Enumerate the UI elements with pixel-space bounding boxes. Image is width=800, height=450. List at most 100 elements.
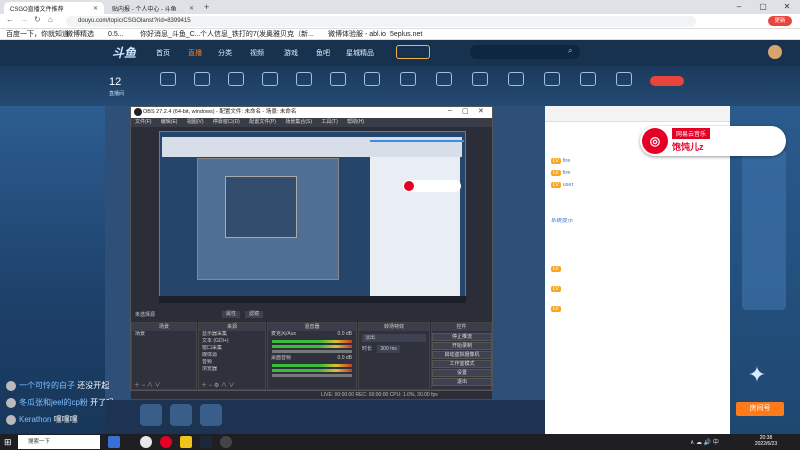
new-tab-button[interactable]: + (204, 2, 209, 12)
nav-category[interactable]: 分类 (218, 48, 232, 58)
system-tray-icon[interactable]: ∧ ☁ 🔊 中 (690, 437, 719, 446)
site-logo[interactable]: 斗鱼 (112, 44, 136, 61)
mascot-icon: ✦ (747, 362, 767, 387)
tool-icon[interactable] (436, 72, 452, 86)
forward-icon[interactable]: → (20, 15, 28, 24)
source-item[interactable]: 文本 (GDI+) (199, 338, 265, 345)
promo-badge[interactable] (396, 45, 430, 59)
tool-icon[interactable] (580, 72, 596, 86)
exit-button[interactable]: 退出 (432, 378, 492, 386)
tab-profile[interactable]: 贴内报 - 个人中心 - 斗鱼 ✕ (106, 2, 200, 14)
tool-icon[interactable] (330, 72, 346, 86)
audio-meter (272, 345, 352, 348)
chrome-icon[interactable] (140, 436, 152, 448)
room-number-button[interactable]: 房间号 (736, 402, 784, 416)
nav-home[interactable]: 首页 (156, 48, 170, 58)
gift-icon[interactable] (170, 404, 192, 426)
hot-badge[interactable] (650, 76, 684, 86)
bookmark-item[interactable]: 5eplus.net (390, 30, 422, 39)
maximize-icon[interactable]: ▢ (752, 0, 774, 14)
bookmark-item[interactable]: 奥雅贝克（新... (266, 30, 314, 39)
scene-item[interactable]: 场景 (132, 331, 196, 338)
minimize-icon[interactable]: – (728, 0, 750, 14)
search-icon[interactable]: ⌕ (568, 46, 572, 56)
taskbar-clock[interactable]: 20:38 2022/6/23 (744, 435, 788, 447)
menu-item[interactable]: 视图(V) (187, 119, 204, 125)
volume-slider[interactable] (272, 350, 352, 353)
stop-streaming-button[interactable]: 停止推流 (432, 333, 492, 341)
gift-icon[interactable] (140, 404, 162, 426)
bookmark-item[interactable]: 个人信息_铁打的7(发... (200, 30, 272, 39)
nav-game[interactable]: 游戏 (284, 48, 298, 58)
back-icon[interactable]: ← (6, 15, 14, 24)
tool-icon[interactable] (544, 72, 560, 86)
properties-button[interactable]: 属性 (222, 311, 240, 318)
close-window-icon[interactable]: ✕ (776, 0, 798, 14)
tab-csgo[interactable]: CSGO直播文件推荐 ✕ (4, 2, 104, 14)
filters-button[interactable]: 滤镜 (245, 311, 263, 318)
update-button[interactable]: 更新 (768, 16, 792, 26)
netease-music-icon[interactable] (160, 436, 172, 448)
source-item[interactable]: 显示器采集 (199, 331, 265, 338)
virtual-camera-button[interactable]: 启动虚拟摄像机 (432, 351, 492, 359)
menu-item[interactable]: 帮助(H) (347, 119, 364, 125)
bookmark-item[interactable]: 百度一下，你就知道 (6, 30, 69, 39)
close-icon[interactable]: ✕ (189, 5, 194, 12)
close-icon[interactable]: ✕ (478, 107, 484, 115)
duration-input[interactable]: 300 ms (377, 345, 400, 353)
transition-select[interactable]: 淡出 (362, 334, 426, 342)
obs-icon[interactable] (220, 436, 232, 448)
search-input[interactable] (470, 45, 580, 59)
tool-icon[interactable] (400, 72, 416, 86)
source-controls-icon[interactable]: ＋ − ⚙ ∧ ∨ (201, 380, 235, 389)
tool-icon[interactable] (616, 72, 632, 86)
start-recording-button[interactable]: 开始录制 (432, 342, 492, 350)
nav-video[interactable]: 视频 (250, 48, 264, 58)
menu-item[interactable]: 工具(T) (321, 119, 337, 125)
steam-icon[interactable] (200, 436, 212, 448)
reload-icon[interactable]: ↻ (34, 15, 41, 24)
tool-icon[interactable] (228, 72, 244, 86)
menu-item[interactable]: 停靠窗口(D) (213, 119, 240, 125)
scene-controls-icon[interactable]: ＋ − ∧ ∨ (134, 380, 161, 389)
tool-icon[interactable] (296, 72, 312, 86)
avatar[interactable] (768, 45, 782, 59)
tool-icon[interactable] (194, 72, 210, 86)
tool-icon[interactable] (160, 72, 176, 86)
preview-taskbar (159, 296, 466, 303)
nav-live[interactable]: 直播 (188, 48, 202, 58)
minimize-icon[interactable]: – (448, 107, 452, 114)
studio-mode-button[interactable]: 工作室模式 (432, 360, 492, 368)
tool-icon[interactable] (364, 72, 380, 86)
gift-icon[interactable] (200, 404, 222, 426)
menu-item[interactable]: 场景集合(S) (285, 119, 312, 125)
side-ad[interactable] (742, 150, 786, 310)
taskbar-app-icon[interactable] (108, 436, 120, 448)
close-icon[interactable]: ✕ (93, 5, 98, 12)
volume-slider[interactable] (272, 374, 352, 377)
menu-item[interactable]: 配置文件(P) (249, 119, 276, 125)
bookmark-item[interactable]: 微博精选 (66, 30, 94, 39)
nav-star[interactable]: 星城精品 (346, 48, 374, 58)
bookmark-item[interactable]: 0.5... (108, 30, 124, 39)
bookmark-item[interactable]: 你好消息_斗鱼_C... (140, 30, 201, 39)
address-bar[interactable]: douyu.com/topic/CSGOlanst?rid=8399415 (66, 16, 696, 27)
menu-item[interactable]: 编辑(E) (161, 119, 178, 125)
home-icon[interactable]: ⌂ (48, 15, 53, 24)
source-item[interactable]: 窗口采集 (199, 345, 265, 352)
source-item[interactable]: 音频 (199, 359, 265, 366)
menu-item[interactable]: 文件(F) (135, 119, 151, 125)
windows-start-icon[interactable]: ⊞ (4, 437, 12, 448)
source-item[interactable]: 媒体源 (199, 352, 265, 359)
tool-icon[interactable] (472, 72, 488, 86)
settings-button[interactable]: 设置 (432, 369, 492, 377)
nav-yuba[interactable]: 鱼吧 (316, 48, 330, 58)
mixer-dock: 混音器 麦克风/Aux 0.0 dB 桌面音频 0.0 dB (267, 322, 357, 390)
maximize-icon[interactable]: ▢ (462, 107, 469, 115)
source-item[interactable]: 浏览器 (199, 366, 265, 373)
folder-icon[interactable] (180, 436, 192, 448)
tool-icon[interactable] (508, 72, 524, 86)
bookmark-item[interactable]: 微博体验服 - abl.io (328, 30, 386, 39)
taskbar-search[interactable]: 搜索一下 (18, 435, 100, 449)
tool-icon[interactable] (262, 72, 278, 86)
